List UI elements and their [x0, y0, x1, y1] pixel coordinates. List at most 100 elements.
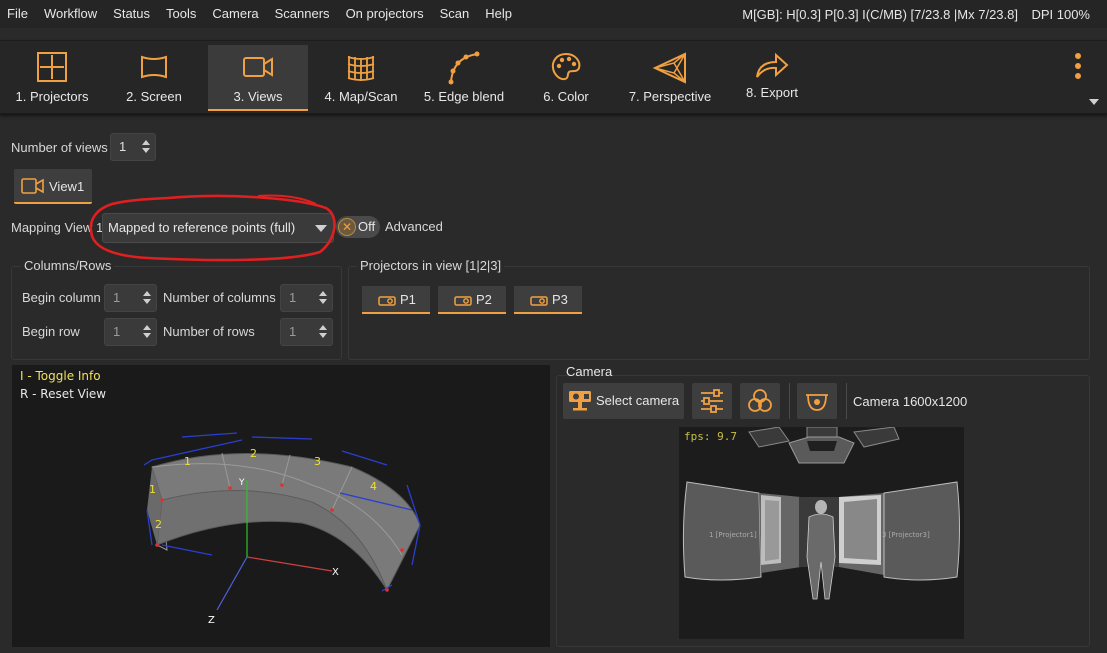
begin-row-value: 1: [113, 324, 121, 339]
mapping-mode-value: Mapped to reference points (full): [108, 220, 296, 235]
menu-status[interactable]: Status: [105, 0, 158, 28]
marker-label: 1: [149, 483, 156, 496]
mesh-icon: [347, 56, 375, 81]
spin-up-icon[interactable]: [319, 325, 327, 330]
tool-views[interactable]: 3. Views: [208, 45, 308, 111]
projector3-label: 3 [Projector3]: [882, 531, 930, 539]
projector-label: P3: [552, 292, 568, 307]
video-camera-icon: [21, 178, 44, 194]
camera-title: Camera: [566, 364, 613, 379]
number-of-rows-label: Number of rows: [163, 324, 255, 339]
number-of-columns-spinbox[interactable]: 1: [280, 284, 333, 312]
close-x-icon: ✕: [338, 218, 356, 236]
projector-p2-button[interactable]: P2: [438, 286, 506, 314]
spin-up-icon[interactable]: [142, 140, 150, 145]
camera-lock-button[interactable]: [797, 383, 837, 419]
projector-p3-button[interactable]: P3: [514, 286, 582, 314]
menu-on-projectors[interactable]: On projectors: [338, 0, 432, 28]
3d-screen-render: Y X Z 1 2 3 4 1 2: [143, 432, 421, 626]
begin-column-label: Begin column: [22, 290, 101, 305]
grid-square-icon: [37, 52, 67, 82]
svg-text:X: X: [332, 567, 339, 578]
advanced-toggle-state: Off: [358, 219, 376, 234]
color-channels-button[interactable]: [740, 383, 780, 419]
menu-tools[interactable]: Tools: [158, 0, 204, 28]
tool-projectors[interactable]: 1. Projectors: [2, 45, 102, 111]
export-arrow-icon: [756, 52, 789, 78]
begin-column-spinbox[interactable]: 1: [104, 284, 157, 312]
spin-up-icon[interactable]: [143, 325, 151, 330]
spin-down-icon[interactable]: [143, 333, 151, 338]
marker-label: 2: [250, 447, 257, 460]
dpi-indicator[interactable]: DPI 100%: [1031, 7, 1090, 22]
fps-counter: fps: 9.7: [684, 430, 737, 443]
svg-text:Y: Y: [238, 478, 245, 488]
select-camera-button[interactable]: Select camera: [563, 383, 684, 419]
3d-view-canvas[interactable]: I - Toggle Info R - Reset View Y X Z 1 2…: [12, 365, 550, 647]
sliders-icon: [701, 389, 723, 413]
number-of-views-label: Number of views: [11, 140, 108, 155]
menu-scanners[interactable]: Scanners: [267, 0, 338, 28]
camera-image: 1 [Projector1] 3 [Projector3]: [682, 427, 960, 600]
projector-p1-button[interactable]: P1: [362, 286, 430, 314]
spin-down-icon[interactable]: [142, 148, 150, 153]
camera-icon: [569, 391, 591, 411]
menu-file[interactable]: File: [0, 0, 36, 28]
view1-label: View1: [49, 179, 85, 194]
video-camera-icon: [243, 57, 273, 77]
workflow-toolbar: 1. Projectors 2. Screen 3. Views 4. Map/…: [0, 40, 1107, 114]
projector-icon: [530, 296, 548, 306]
screen-icon: [141, 55, 167, 79]
projectors-in-view-title: Projectors in view [1|2|3]: [357, 258, 505, 273]
menu-camera[interactable]: Camera: [204, 0, 266, 28]
columns-rows-title: Columns/Rows: [21, 258, 115, 273]
spin-down-icon[interactable]: [319, 299, 327, 304]
more-menu-icon[interactable]: [1075, 53, 1083, 83]
camera-settings-button[interactable]: [692, 383, 732, 419]
spin-down-icon[interactable]: [143, 299, 151, 304]
menu-workflow[interactable]: Workflow: [36, 0, 105, 28]
projector-icon: [454, 296, 472, 306]
svg-text:Z: Z: [208, 615, 215, 626]
tool-label: 5. Edge blend: [423, 89, 505, 104]
marker-label: 3: [314, 455, 321, 468]
spin-up-icon[interactable]: [143, 291, 151, 296]
select-camera-label: Select camera: [596, 393, 680, 408]
chevron-down-icon: [315, 225, 327, 232]
begin-row-spinbox[interactable]: 1: [104, 318, 157, 346]
menu-help[interactable]: Help: [477, 0, 520, 28]
projector-label: P2: [476, 292, 492, 307]
pyramid-icon: [652, 52, 686, 84]
tool-perspective[interactable]: 7. Perspective: [620, 45, 720, 111]
tool-export[interactable]: 8. Export: [722, 45, 822, 111]
menu-scan[interactable]: Scan: [432, 0, 478, 28]
mapping-mode-dropdown[interactable]: Mapped to reference points (full): [102, 213, 334, 243]
tool-color[interactable]: 6. Color: [516, 45, 616, 111]
spin-down-icon[interactable]: [319, 333, 327, 338]
begin-column-value: 1: [113, 290, 121, 305]
toolbar-separator: [846, 383, 847, 419]
tool-label: 4. Map/Scan: [324, 89, 398, 104]
marker-label: 2: [155, 518, 162, 531]
number-of-rows-value: 1: [289, 324, 297, 339]
number-of-views-spinbox[interactable]: 1: [110, 133, 156, 161]
camera-preview[interactable]: 1 [Projector1] 3 [Projector3] fps: 9.7: [679, 427, 964, 639]
toolbar-expand-icon[interactable]: [1089, 99, 1099, 105]
tool-edge-blend[interactable]: 5. Edge blend: [414, 45, 514, 111]
tool-screen[interactable]: 2. Screen: [104, 45, 204, 111]
tool-label: 6. Color: [543, 89, 589, 104]
toolbar-separator: [789, 383, 790, 419]
advanced-toggle[interactable]: ✕ Off: [336, 216, 380, 238]
spin-up-icon[interactable]: [319, 291, 327, 296]
number-of-views-value: 1: [119, 139, 127, 154]
projector-label: P1: [400, 292, 416, 307]
tool-map-scan[interactable]: 4. Map/Scan: [311, 45, 411, 111]
view1-button[interactable]: View1: [14, 169, 92, 204]
tool-label: 2. Screen: [126, 89, 182, 104]
dome-camera-icon: [806, 394, 828, 411]
projector-icon: [378, 296, 396, 306]
number-of-columns-label: Number of columns: [163, 290, 276, 305]
number-of-rows-spinbox[interactable]: 1: [280, 318, 333, 346]
marker-label: 4: [370, 480, 377, 493]
mapping-view-label: Mapping View 1: [11, 220, 104, 235]
